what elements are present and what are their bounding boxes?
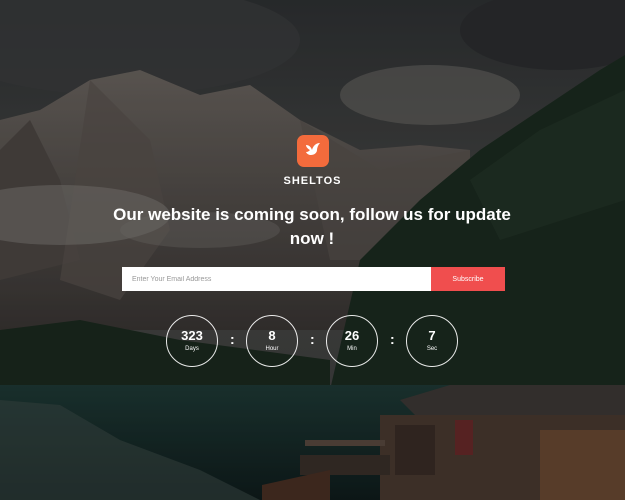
countdown-separator: :: [230, 331, 235, 347]
countdown-days: 323 Days: [166, 315, 218, 367]
countdown-unit: Sec: [426, 346, 438, 352]
countdown-separator: :: [310, 331, 315, 347]
brand-name: SHELTOS: [283, 175, 342, 187]
countdown-separator: :: [390, 331, 395, 347]
countdown-unit: Min: [347, 346, 357, 352]
brand-logo[interactable]: [297, 135, 329, 167]
countdown-hours: 8 Hour: [246, 315, 298, 367]
bird-icon: [305, 142, 321, 161]
countdown-value: 7: [428, 328, 436, 343]
countdown-unit: Days: [185, 346, 199, 352]
countdown-value: 26: [344, 328, 360, 343]
newsletter-form: Subscribe: [122, 267, 505, 291]
countdown-value: 8: [268, 328, 276, 343]
email-input[interactable]: [122, 267, 431, 291]
countdown-unit: Hour: [265, 346, 279, 352]
coming-soon-hero: SHELTOS Our website is coming soon, foll…: [0, 0, 625, 500]
subscribe-button[interactable]: Subscribe: [431, 267, 505, 291]
countdown-value: 323: [181, 328, 203, 343]
page-headline: Our website is coming soon, follow us fo…: [113, 205, 511, 248]
countdown-timer: 323 Days : 8 Hour : 26 Min : 7 Sec: [0, 315, 625, 369]
countdown-seconds: 7 Sec: [406, 315, 458, 367]
countdown-minutes: 26 Min: [326, 315, 378, 367]
